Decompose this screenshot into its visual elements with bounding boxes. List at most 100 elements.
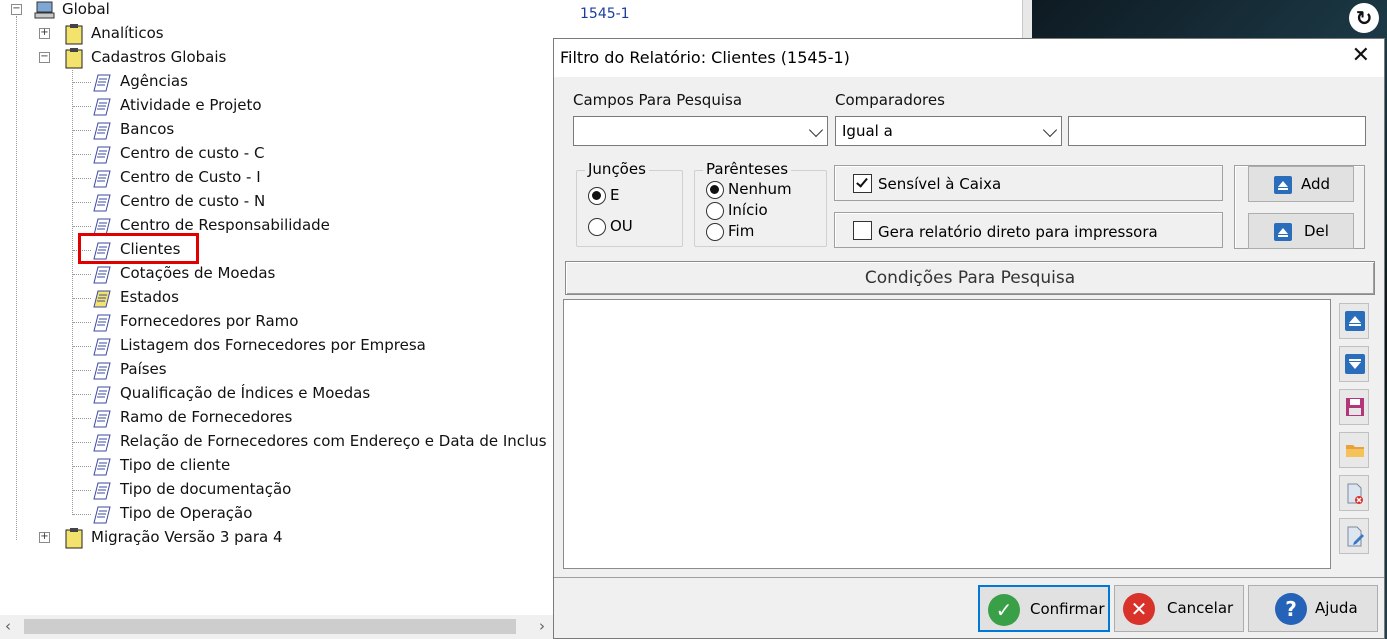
scroll-thumb[interactable] (24, 619, 516, 634)
folder-clipboard-icon (65, 24, 83, 45)
tree-item-atividade-e-projeto[interactable]: Atividade e Projeto (120, 96, 262, 114)
report-icon (93, 362, 111, 380)
gera-checkbox[interactable] (853, 221, 872, 240)
add-button[interactable]: Add (1248, 166, 1354, 202)
parenteses-fim-label: Fim (728, 222, 755, 240)
expand-migracao-toggle[interactable]: + (39, 532, 50, 543)
folder-clipboard-icon (65, 528, 83, 549)
report-icon (93, 194, 111, 212)
tree-panel: − Global + Analíticos − Cadastros Globai… (0, 0, 556, 639)
tree-item-agencias[interactable]: Agências (120, 72, 188, 90)
horizontal-scrollbar[interactable]: ‹ › (0, 615, 556, 639)
report-icon (93, 410, 111, 428)
juncao-ou-radio[interactable]: OU (588, 217, 648, 237)
dialog-title: Filtro do Relatório: Clientes (1545-1) (560, 48, 850, 67)
del-label: Del (1304, 222, 1329, 240)
close-icon[interactable]: ✕ (1352, 43, 1370, 68)
report-icon (93, 74, 111, 92)
tree-connector (73, 490, 91, 491)
tree-item-fornecedores-por-ramo[interactable]: Fornecedores por Ramo (120, 312, 298, 330)
open-button[interactable] (1339, 432, 1369, 468)
scroll-right-icon[interactable]: › (539, 617, 545, 635)
edit-file-button[interactable] (1339, 518, 1369, 554)
dialog-titlebar: Filtro do Relatório: Clientes (1545-1) ✕ (554, 39, 1384, 77)
tree-connector (73, 106, 91, 107)
tree-item-centro-de-responsabilidade[interactable]: Centro de Responsabilidade (120, 216, 330, 234)
tree-item-cadastros-globais[interactable]: Cadastros Globais (91, 48, 226, 66)
tree-connector (73, 466, 91, 467)
radio-dot (710, 185, 719, 194)
tree-item-relacao-de-fornecedores-com-endereco-e-data-de-inclus[interactable]: Relação de Fornecedores com Endereço e D… (120, 432, 547, 450)
tree-item-paises[interactable]: Países (120, 360, 167, 378)
refresh-icon[interactable]: ↻ (1349, 3, 1379, 33)
sensivel-label[interactable]: Sensível à Caixa (878, 175, 1001, 193)
condicoes-list[interactable] (563, 299, 1331, 569)
tree-connector (73, 298, 91, 299)
selection-highlight (78, 233, 199, 264)
tree-connector (73, 82, 91, 83)
comparadores-select[interactable]: Igual a (835, 116, 1062, 146)
tree-item-tipo-de-cliente[interactable]: Tipo de cliente (120, 456, 230, 474)
move-down-button[interactable] (1339, 346, 1369, 382)
juncoes-title: Junções (585, 160, 649, 178)
background-report-code[interactable]: 1545-1 (580, 6, 630, 22)
tree-connector (73, 202, 91, 203)
move-up-button[interactable] (1339, 303, 1369, 339)
delete-file-icon (1347, 483, 1363, 504)
tree-item-listagem-dos-fornecedores-por-empresa[interactable]: Listagem dos Fornecedores por Empresa (120, 336, 426, 354)
cancelar-label: Cancelar (1167, 599, 1234, 617)
report-icon (93, 482, 111, 500)
sensivel-checkbox[interactable] (853, 174, 872, 193)
tree-root-label[interactable]: Global (62, 0, 110, 18)
tree-item-migracao[interactable]: Migração Versão 3 para 4 (91, 528, 283, 546)
juncao-e-radio[interactable]: E (588, 186, 648, 206)
tree-item-ramo-de-fornecedores[interactable]: Ramo de Fornecedores (120, 408, 292, 426)
save-button[interactable] (1339, 389, 1369, 425)
report-icon (93, 98, 111, 116)
tree-item-tipo-de-operacao[interactable]: Tipo de Operação (120, 504, 252, 522)
tree-item-estados[interactable]: Estados (120, 288, 179, 306)
gera-label[interactable]: Gera relatório direto para impressora (878, 223, 1158, 241)
add-label: Add (1301, 175, 1331, 193)
tree-connector (73, 514, 91, 515)
value-input[interactable] (1068, 116, 1366, 146)
cancelar-button[interactable]: ✕ Cancelar (1114, 585, 1244, 632)
report-icon (93, 266, 111, 284)
campos-select[interactable] (573, 116, 828, 146)
report-icon (93, 122, 111, 140)
tree-connector (73, 130, 91, 131)
report-icon (93, 458, 111, 476)
help-icon: ? (1275, 593, 1307, 625)
radio-circle (588, 187, 606, 205)
scroll-left-icon[interactable]: ‹ (5, 617, 11, 635)
parenteses-fim-radio[interactable]: Fim (706, 222, 816, 242)
tree-item-centro-de-custo-n[interactable]: Centro de custo - N (120, 192, 265, 210)
parenteses-nenhum-radio[interactable]: Nenhum (706, 180, 816, 200)
tree-connector (73, 418, 91, 419)
tree-item-cotacoes-de-moedas[interactable]: Cotações de Moedas (120, 264, 275, 282)
parenteses-inicio-label: Início (728, 201, 768, 219)
tree-item-analiticos[interactable]: Analíticos (91, 24, 164, 42)
parenteses-nenhum-label: Nenhum (728, 180, 792, 198)
tree-item-centro-de-custo-i[interactable]: Centro de Custo - I (120, 168, 261, 186)
expand-analiticos-toggle[interactable]: + (39, 28, 50, 39)
tree-connector (73, 154, 91, 155)
delete-file-button[interactable] (1339, 475, 1369, 511)
tree-item-centro-de-custo-c[interactable]: Centro de custo - C (120, 144, 264, 162)
parenteses-title: Parênteses (703, 160, 792, 178)
report-icon (93, 338, 111, 356)
confirmar-button[interactable]: ✓ Confirmar (978, 585, 1110, 632)
tree-item-qualificacao-de-indices-e-moedas[interactable]: Qualificação de Índices e Moedas (120, 384, 370, 402)
tree-item-tipo-de-documentacao[interactable]: Tipo de documentação (120, 480, 291, 498)
radio-circle (588, 218, 606, 236)
tree-item-bancos[interactable]: Bancos (120, 120, 174, 138)
tree-connector (73, 322, 91, 323)
tree-connector (73, 226, 91, 227)
check-icon: ✓ (988, 594, 1020, 626)
folder-open-icon (1346, 445, 1364, 457)
del-button[interactable]: Del (1248, 213, 1354, 249)
collapse-cadastros-toggle[interactable]: − (39, 52, 50, 63)
parenteses-inicio-radio[interactable]: Início (706, 201, 816, 221)
collapse-root-toggle[interactable]: − (11, 4, 22, 15)
ajuda-button[interactable]: ? Ajuda (1248, 585, 1378, 632)
